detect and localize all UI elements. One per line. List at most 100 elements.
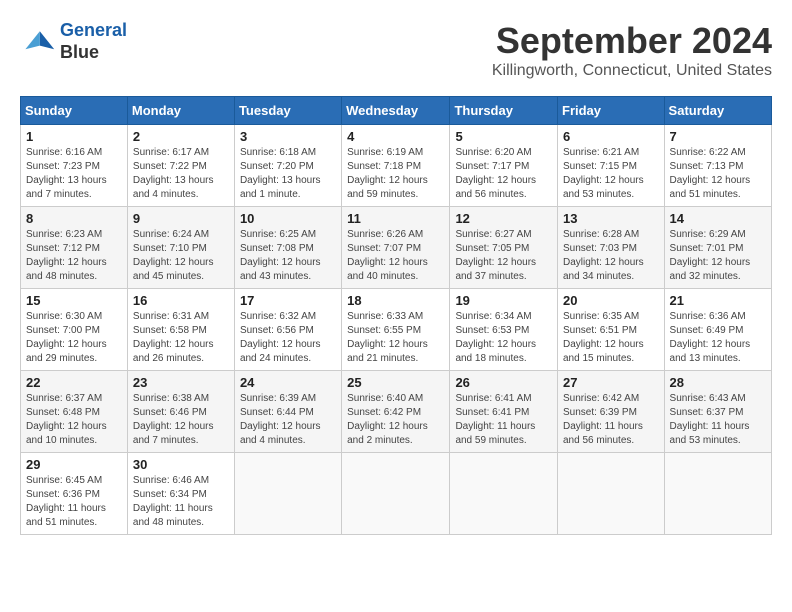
calendar-cell: 3 Sunrise: 6:18 AMSunset: 7:20 PMDaylight… xyxy=(234,125,341,207)
calendar-cell: 11Sunrise: 6:26 AMSunset: 7:07 PMDayligh… xyxy=(342,207,450,289)
calendar-cell: 26Sunrise: 6:41 AMSunset: 6:41 PMDayligh… xyxy=(450,371,558,453)
day-number: 15 xyxy=(26,293,122,308)
day-number: 23 xyxy=(133,375,229,390)
day-number: 24 xyxy=(240,375,336,390)
day-number: 18 xyxy=(347,293,444,308)
day-detail: Sunrise: 6:21 AMSunset: 7:15 PMDaylight:… xyxy=(563,146,659,202)
day-detail: Sunrise: 6:23 AMSunset: 7:12 PMDaylight:… xyxy=(26,228,122,284)
day-number: 13 xyxy=(563,211,659,226)
day-detail: Sunrise: 6:32 AMSunset: 6:56 PMDaylight:… xyxy=(240,310,336,366)
page-header: General Blue September 2024 Killingworth… xyxy=(20,20,772,80)
calendar-cell: 17 Sunrise: 6:32 AMSunset: 6:56 PMDayligh… xyxy=(234,289,341,371)
day-detail: Sunrise: 6:36 AMSunset: 6:49 PMDaylight:… xyxy=(670,310,766,366)
day-detail: Sunrise: 6:28 AMSunset: 7:03 PMDaylight:… xyxy=(563,228,659,284)
calendar-cell xyxy=(558,453,665,535)
day-detail: Sunrise: 6:40 AMSunset: 6:42 PMDaylight:… xyxy=(347,392,444,448)
calendar-cell: 19 Sunrise: 6:34 AMSunset: 6:53 PMDayligh… xyxy=(450,289,558,371)
calendar-week-row: 22Sunrise: 6:37 AMSunset: 6:48 PMDayligh… xyxy=(21,371,772,453)
logo-icon xyxy=(20,24,56,60)
day-detail: Sunrise: 6:26 AMSunset: 7:07 PMDaylight:… xyxy=(347,228,444,284)
calendar-cell: 10 Sunrise: 6:25 AMSunset: 7:08 PMDayligh… xyxy=(234,207,341,289)
day-detail: Sunrise: 6:37 AMSunset: 6:48 PMDaylight:… xyxy=(26,392,122,448)
header-day: Sunday xyxy=(21,97,128,125)
calendar-cell: 21 Sunrise: 6:36 AMSunset: 6:49 PMDayligh… xyxy=(664,289,771,371)
day-detail: Sunrise: 6:33 AMSunset: 6:55 PMDaylight:… xyxy=(347,310,444,366)
day-number: 9 xyxy=(133,211,229,226)
calendar-cell: 23Sunrise: 6:38 AMSunset: 6:46 PMDayligh… xyxy=(127,371,234,453)
day-number: 26 xyxy=(455,375,552,390)
day-detail: Sunrise: 6:22 AMSunset: 7:13 PMDaylight:… xyxy=(670,146,766,202)
calendar-cell xyxy=(450,453,558,535)
day-detail: Sunrise: 6:29 AMSunset: 7:01 PMDaylight:… xyxy=(670,228,766,284)
day-number: 16 xyxy=(133,293,229,308)
day-number: 29 xyxy=(26,457,122,472)
header-row: SundayMondayTuesdayWednesdayThursdayFrid… xyxy=(21,97,772,125)
calendar-cell xyxy=(342,453,450,535)
calendar-title: September 2024 xyxy=(492,20,772,62)
calendar-cell: 29 Sunrise: 6:45 AMSunset: 6:36 PMDayligh… xyxy=(21,453,128,535)
day-number: 19 xyxy=(455,293,552,308)
day-number: 21 xyxy=(670,293,766,308)
calendar-week-row: 1 Sunrise: 6:16 AMSunset: 7:23 PMDaylight… xyxy=(21,125,772,207)
calendar-cell: 15 Sunrise: 6:30 AMSunset: 7:00 PMDayligh… xyxy=(21,289,128,371)
calendar-cell: 1 Sunrise: 6:16 AMSunset: 7:23 PMDaylight… xyxy=(21,125,128,207)
day-detail: Sunrise: 6:20 AMSunset: 7:17 PMDaylight:… xyxy=(455,146,552,202)
calendar-cell: 27Sunrise: 6:42 AMSunset: 6:39 PMDayligh… xyxy=(558,371,665,453)
title-area: September 2024 Killingworth, Connecticut… xyxy=(492,20,772,80)
day-detail: Sunrise: 6:39 AMSunset: 6:44 PMDaylight:… xyxy=(240,392,336,448)
calendar-cell: 7 Sunrise: 6:22 AMSunset: 7:13 PMDaylight… xyxy=(664,125,771,207)
day-detail: Sunrise: 6:19 AMSunset: 7:18 PMDaylight:… xyxy=(347,146,444,202)
calendar-cell xyxy=(664,453,771,535)
day-number: 28 xyxy=(670,375,766,390)
day-number: 30 xyxy=(133,457,229,472)
day-number: 12 xyxy=(455,211,552,226)
day-detail: Sunrise: 6:30 AMSunset: 7:00 PMDaylight:… xyxy=(26,310,122,366)
day-detail: Sunrise: 6:35 AMSunset: 6:51 PMDaylight:… xyxy=(563,310,659,366)
header-day: Monday xyxy=(127,97,234,125)
header-day: Saturday xyxy=(664,97,771,125)
calendar-cell: 9 Sunrise: 6:24 AMSunset: 7:10 PMDaylight… xyxy=(127,207,234,289)
day-number: 14 xyxy=(670,211,766,226)
calendar-cell: 5 Sunrise: 6:20 AMSunset: 7:17 PMDaylight… xyxy=(450,125,558,207)
day-detail: Sunrise: 6:18 AMSunset: 7:20 PMDaylight:… xyxy=(240,146,336,202)
calendar-cell: 24 Sunrise: 6:39 AMSunset: 6:44 PMDayligh… xyxy=(234,371,341,453)
header-day: Tuesday xyxy=(234,97,341,125)
header-day: Friday xyxy=(558,97,665,125)
day-number: 3 xyxy=(240,129,336,144)
calendar-header: SundayMondayTuesdayWednesdayThursdayFrid… xyxy=(21,97,772,125)
day-number: 17 xyxy=(240,293,336,308)
calendar-cell: 18 Sunrise: 6:33 AMSunset: 6:55 PMDayligh… xyxy=(342,289,450,371)
day-detail: Sunrise: 6:46 AMSunset: 6:34 PMDaylight:… xyxy=(133,474,229,530)
day-detail: Sunrise: 6:24 AMSunset: 7:10 PMDaylight:… xyxy=(133,228,229,284)
day-number: 1 xyxy=(26,129,122,144)
logo-text: General Blue xyxy=(60,20,127,63)
day-detail: Sunrise: 6:31 AMSunset: 6:58 PMDaylight:… xyxy=(133,310,229,366)
day-number: 2 xyxy=(133,129,229,144)
header-day: Thursday xyxy=(450,97,558,125)
calendar-table: SundayMondayTuesdayWednesdayThursdayFrid… xyxy=(20,96,772,535)
day-number: 10 xyxy=(240,211,336,226)
calendar-cell: 4Sunrise: 6:19 AMSunset: 7:18 PMDaylight… xyxy=(342,125,450,207)
calendar-cell: 28 Sunrise: 6:43 AMSunset: 6:37 PMDayligh… xyxy=(664,371,771,453)
calendar-cell: 2 Sunrise: 6:17 AMSunset: 7:22 PMDaylight… xyxy=(127,125,234,207)
calendar-subtitle: Killingworth, Connecticut, United States xyxy=(492,62,772,80)
calendar-week-row: 29 Sunrise: 6:45 AMSunset: 6:36 PMDayligh… xyxy=(21,453,772,535)
day-number: 5 xyxy=(455,129,552,144)
calendar-cell: 20Sunrise: 6:35 AMSunset: 6:51 PMDayligh… xyxy=(558,289,665,371)
day-detail: Sunrise: 6:27 AMSunset: 7:05 PMDaylight:… xyxy=(455,228,552,284)
calendar-cell: 14 Sunrise: 6:29 AMSunset: 7:01 PMDayligh… xyxy=(664,207,771,289)
day-detail: Sunrise: 6:34 AMSunset: 6:53 PMDaylight:… xyxy=(455,310,552,366)
day-detail: Sunrise: 6:45 AMSunset: 6:36 PMDaylight:… xyxy=(26,474,122,530)
calendar-cell: 12 Sunrise: 6:27 AMSunset: 7:05 PMDayligh… xyxy=(450,207,558,289)
day-number: 7 xyxy=(670,129,766,144)
calendar-cell: 16 Sunrise: 6:31 AMSunset: 6:58 PMDayligh… xyxy=(127,289,234,371)
calendar-body: 1 Sunrise: 6:16 AMSunset: 7:23 PMDaylight… xyxy=(21,125,772,535)
calendar-cell: 13 Sunrise: 6:28 AMSunset: 7:03 PMDayligh… xyxy=(558,207,665,289)
day-detail: Sunrise: 6:17 AMSunset: 7:22 PMDaylight:… xyxy=(133,146,229,202)
day-detail: Sunrise: 6:43 AMSunset: 6:37 PMDaylight:… xyxy=(670,392,766,448)
calendar-cell: 8Sunrise: 6:23 AMSunset: 7:12 PMDaylight… xyxy=(21,207,128,289)
day-number: 25 xyxy=(347,375,444,390)
day-detail: Sunrise: 6:16 AMSunset: 7:23 PMDaylight:… xyxy=(26,146,122,202)
day-detail: Sunrise: 6:25 AMSunset: 7:08 PMDaylight:… xyxy=(240,228,336,284)
calendar-cell: 6Sunrise: 6:21 AMSunset: 7:15 PMDaylight… xyxy=(558,125,665,207)
